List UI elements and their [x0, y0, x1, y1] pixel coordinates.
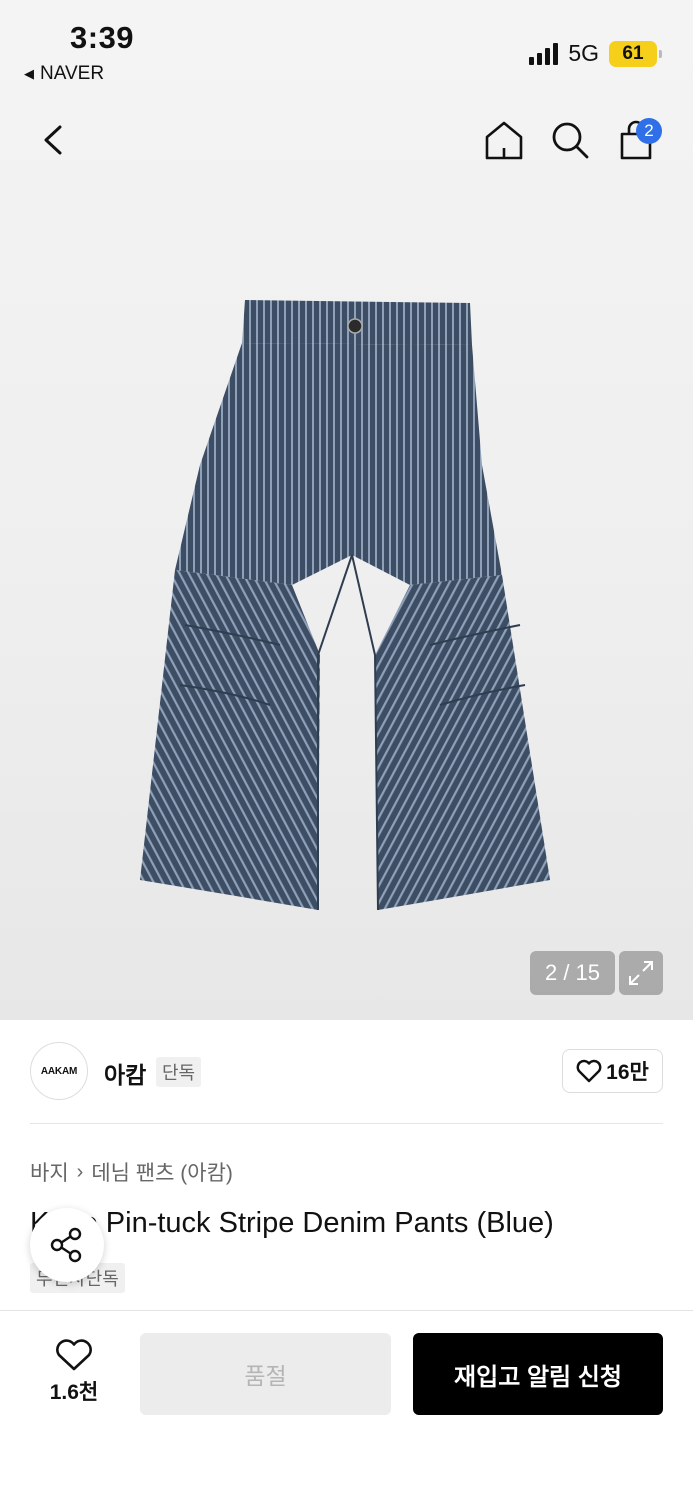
heart-icon	[56, 1339, 92, 1371]
home-button[interactable]	[482, 118, 526, 162]
network-type: 5G	[568, 40, 599, 66]
wish-count: 1.6천	[49, 1381, 99, 1404]
cart-count-badge: 2	[636, 118, 662, 144]
restock-alert-button[interactable]: 재입고 알림 신청	[413, 1333, 663, 1415]
breadcrumb-subcategory[interactable]: 데님 팬츠 (아캄)	[91, 1157, 233, 1187]
chevron-left-icon	[44, 125, 62, 155]
product-title: Knee Pin-tuck Stripe Denim Pants (Blue)	[30, 1207, 554, 1239]
image-counter: 2 / 15	[530, 951, 615, 995]
divider	[30, 1123, 663, 1124]
search-icon	[552, 122, 589, 159]
back-to-app-link[interactable]: ◀ NAVER	[24, 63, 104, 85]
breadcrumb-category[interactable]: 바지	[30, 1157, 69, 1187]
back-button[interactable]	[32, 118, 76, 162]
search-button[interactable]	[548, 118, 592, 162]
expand-button[interactable]	[619, 951, 663, 995]
brand-exclusive-tag: 단독	[156, 1057, 202, 1087]
home-icon	[485, 121, 523, 160]
back-triangle-icon: ◀	[24, 66, 34, 81]
brand-logo[interactable]: AAKAM	[30, 1042, 88, 1100]
expand-icon	[629, 961, 653, 985]
back-app-label: NAVER	[40, 63, 105, 84]
cart-button[interactable]: 2	[614, 118, 662, 164]
signal-icon	[529, 42, 559, 65]
breadcrumb: 바지 › 데님 팬츠 (아캄)	[30, 1157, 233, 1187]
share-button[interactable]	[30, 1208, 104, 1282]
soldout-button: 품절	[140, 1333, 391, 1415]
status-indicators: 5G 61	[529, 40, 662, 67]
wish-button[interactable]: 1.6천	[44, 1338, 104, 1406]
brand-like-count: 16만	[606, 1061, 649, 1084]
status-time: 3:39	[70, 20, 135, 55]
brand-like-button[interactable]: 16만	[562, 1049, 663, 1093]
heart-icon	[576, 1059, 602, 1083]
battery-level: 61	[609, 40, 662, 67]
brand-name[interactable]: 아캄	[104, 1056, 146, 1090]
product-image[interactable]	[130, 295, 560, 920]
chevron-right-icon: ›	[76, 1160, 84, 1183]
share-icon	[50, 1227, 82, 1263]
